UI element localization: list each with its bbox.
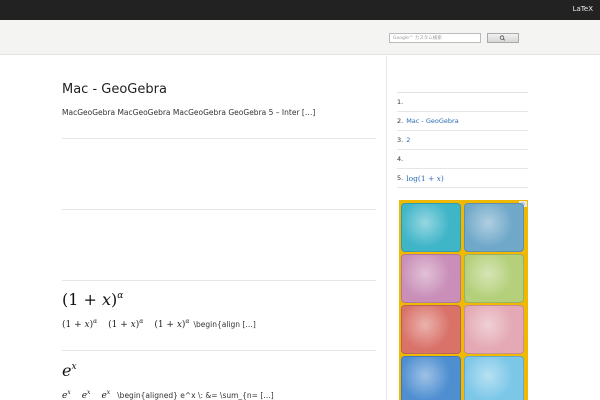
ad-tile-stomach-surgery-game[interactable]: [401, 305, 461, 354]
post-excerpt: MacGeoGebra MacGeoGebra MacGeoGebra GeoG…: [62, 108, 316, 117]
divider: [62, 209, 376, 210]
math-expression: ex: [81, 389, 91, 400]
ranking-link[interactable]: log(1 + x): [406, 174, 444, 183]
search-icon: [499, 35, 506, 41]
math-expression: (1 + x)α: [108, 318, 144, 330]
post-title[interactable]: Mac - GeoGebra: [62, 82, 167, 97]
math-expression: ex: [62, 389, 71, 400]
sidebar-border: [386, 56, 387, 400]
divider: [62, 350, 376, 351]
divider: [62, 138, 376, 139]
math-expression: (1 + x)α: [62, 318, 98, 330]
divider: [62, 280, 376, 281]
ranking-link[interactable]: Mac - GeoGebra: [406, 117, 458, 125]
search-button[interactable]: [487, 33, 519, 43]
game-ad-banner[interactable]: D: [399, 200, 528, 400]
entry-excerpt: (1 + x)α (1 + x)α (1 + x)α \begin{align …: [62, 318, 256, 330]
ranking-link[interactable]: 2: [406, 136, 410, 144]
ranking-number: 2.: [397, 117, 404, 125]
ranking-number: 5.: [397, 174, 404, 182]
ranking-item-1[interactable]: 1.: [397, 93, 528, 112]
entry-excerpt-text: \begin{align […]: [193, 320, 256, 329]
ranking-item-4[interactable]: 4.: [397, 150, 528, 169]
ranking-number: 4.: [397, 155, 404, 163]
entry-excerpt-text: \begin{aligned} e^x \: &= \sum_{n= […]: [117, 391, 274, 400]
ad-tile-santa-doctor-game[interactable]: [464, 254, 524, 303]
entry-title-var: x: [102, 290, 112, 309]
ranking-item-2[interactable]: 2. Mac - GeoGebra: [397, 112, 528, 131]
entry-title-sup: x: [71, 362, 77, 372]
ranking-item-5[interactable]: 5. log(1 + x): [397, 169, 528, 188]
sub-header: [0, 20, 600, 55]
top-bar: LaTeX: [0, 0, 600, 20]
ad-tile-talking-cat-game[interactable]: [464, 203, 524, 252]
entry-title-base: (1 +: [62, 290, 102, 309]
ranking-number: 3.: [397, 136, 404, 144]
search-input[interactable]: [389, 33, 481, 43]
ad-tile-ear-doctor-game[interactable]: [464, 356, 524, 400]
entry-title-sup: α: [117, 291, 124, 301]
ad-tile-princess-game[interactable]: [401, 254, 461, 303]
entry-excerpt: ex ex ex \begin{aligned} e^x \: &= \sum_…: [62, 389, 274, 400]
ad-tile-dentist-game[interactable]: [464, 305, 524, 354]
math-expression: (1 + x)α: [154, 318, 190, 330]
entry-title[interactable]: ex: [62, 361, 77, 380]
latex-link[interactable]: LaTeX: [573, 5, 593, 13]
ad-tile-surgery-game[interactable]: [401, 203, 461, 252]
math-expression: ex: [101, 389, 111, 400]
ranking-item-3[interactable]: 3. 2: [397, 131, 528, 150]
entry-title[interactable]: (1 + x)α: [62, 290, 123, 309]
ad-tile-foot-doctor-game[interactable]: [401, 356, 461, 400]
ranking-number: 1.: [397, 98, 404, 106]
ranking-list: 1. 2. Mac - GeoGebra 3. 2 4. 5. log(1 + …: [397, 92, 528, 188]
